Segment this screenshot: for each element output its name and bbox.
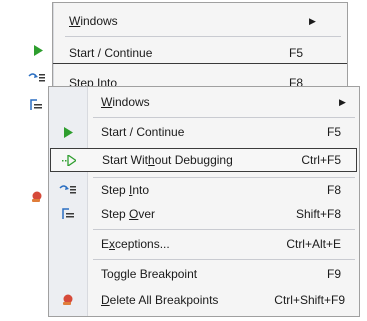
submenu-arrow-icon: ▶	[309, 16, 316, 26]
menu-item-label: Step Into	[101, 183, 150, 197]
menu-item-step-into[interactable]: Step Into F8	[49, 178, 359, 202]
menu-item-label: Start Without Debugging	[102, 153, 233, 167]
menu-item-step-over[interactable]: Step Over Shift+F8	[49, 202, 359, 226]
step-over-icon	[30, 99, 42, 110]
menu-separator	[53, 63, 347, 64]
menu-item-exceptions[interactable]: Exceptions... Ctrl+Alt+E	[49, 232, 359, 256]
back-menu-item-start-continue[interactable]: Start / Continue F5	[53, 41, 347, 65]
play-icon	[49, 120, 87, 144]
menu-item-label: Toggle Breakpoint	[101, 267, 198, 281]
menu-separator	[93, 259, 355, 260]
menu-item-delete-all-breakpoints[interactable]: Delete All Breakpoints Ctrl+Shift+F9	[49, 288, 359, 312]
menu-item-shortcut: F9	[326, 267, 341, 281]
step-into-icon	[28, 73, 45, 82]
debug-menu-front: Windows ▶ Start / Continue F5 Start With…	[48, 86, 360, 317]
menu-item-shortcut: Ctrl+Alt+E	[286, 237, 341, 251]
menu-item-label: Exceptions...	[101, 237, 170, 251]
menu-item-start-continue[interactable]: Start / Continue F5	[49, 120, 359, 144]
step-into-icon	[49, 178, 87, 202]
menu-item-label: Start / Continue	[69, 46, 153, 60]
menu-item-shortcut: Shift+F8	[295, 207, 341, 221]
menu-item-shortcut: F5	[326, 125, 341, 139]
play-icon	[1, 41, 53, 65]
menu-item-windows[interactable]: Windows ▶	[49, 90, 359, 114]
menu-item-label: Windows	[101, 95, 150, 109]
menu-item-shortcut: Ctrl+F5	[301, 153, 341, 167]
menu-item-label: Delete All Breakpoints	[101, 293, 219, 307]
run-without-debug-icon	[50, 149, 88, 171]
menu-item-shortcut: F8	[326, 183, 341, 197]
menu-item-label: Start / Continue	[101, 125, 185, 139]
menu-item-start-without-debugging[interactable]: Start Without Debugging Ctrl+F5	[50, 148, 357, 172]
menu-item-label: Windows	[69, 14, 118, 28]
menu-item-shortcut: F5	[289, 46, 304, 60]
menu-separator	[93, 229, 355, 230]
delete-breakpoints-icon	[32, 191, 42, 202]
play-icon	[34, 45, 43, 56]
menu-item-toggle-breakpoint[interactable]: Toggle Breakpoint F9	[49, 262, 359, 286]
menu-separator	[93, 117, 355, 118]
menu-item-shortcut: Ctrl+Shift+F9	[274, 293, 345, 307]
step-over-icon	[49, 202, 87, 226]
menu-item-label: Step Over	[101, 207, 156, 221]
submenu-arrow-icon: ▶	[339, 97, 346, 107]
menu-separator	[65, 36, 341, 37]
delete-breakpoints-icon	[49, 288, 87, 312]
back-menu-item-windows[interactable]: Windows ▶	[53, 9, 347, 33]
